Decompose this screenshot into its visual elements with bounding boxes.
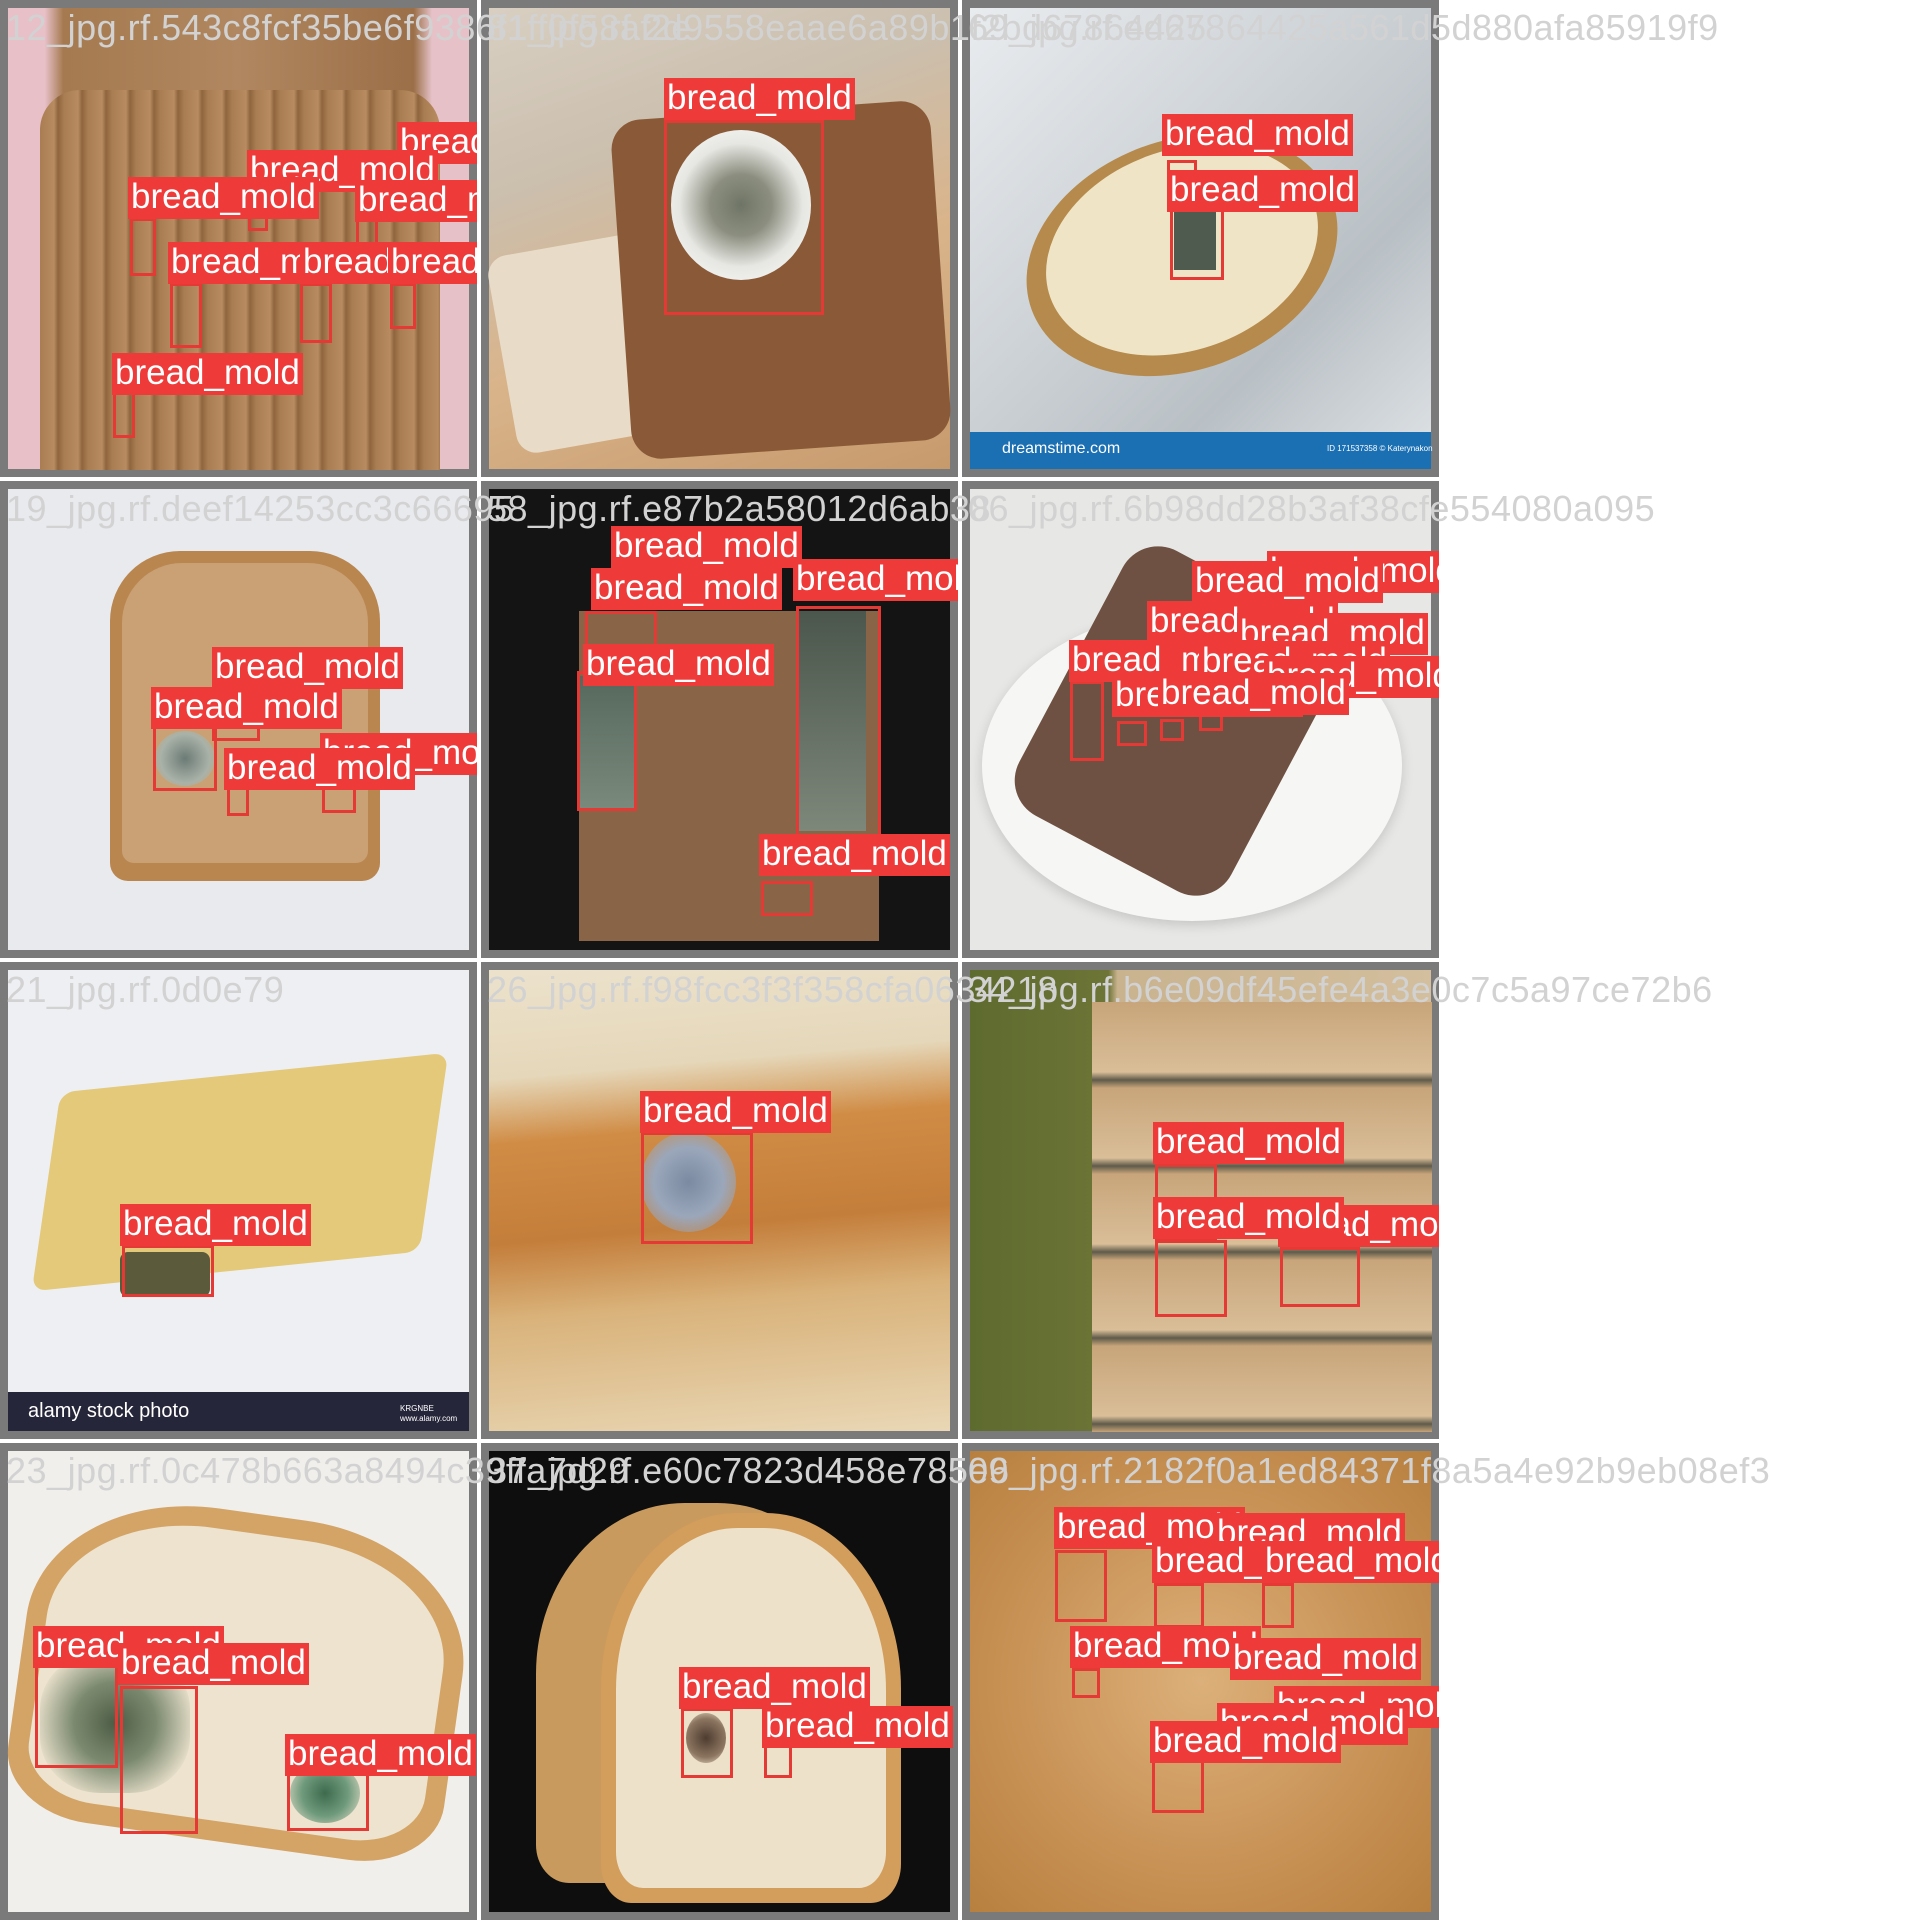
detection-label: bread_mold (1230, 1638, 1421, 1680)
image-tile-1: bread_mold bread_mold bread_mold bread_m… (0, 0, 477, 477)
detection-label: bread_mold (120, 1204, 311, 1246)
detection-label: bread_mold (1167, 170, 1358, 212)
detection-label: bread_mold (664, 78, 855, 120)
detection-box (1155, 1240, 1227, 1317)
image-tile-5: bread_mold bread_mold bread_mold bread_m… (481, 481, 958, 958)
detection-box (577, 671, 637, 811)
detection-box (796, 606, 881, 841)
detection-box (120, 1686, 198, 1834)
detection-box (1072, 1668, 1100, 1698)
detection-label: bread_mold (1150, 1721, 1341, 1763)
detection-box (153, 726, 217, 791)
watermark-text: dreamstime.com (1002, 440, 1121, 457)
image-tile-11: bread_mold bread_mold (481, 1443, 958, 1920)
detection-label: bread_mold (112, 353, 303, 395)
watermark-text: alamy stock photo (28, 1400, 190, 1422)
watermark-small-text: KRGNBE www.alamy.com (400, 1404, 458, 1423)
detection-box (1280, 1247, 1360, 1307)
detection-label: bread_mold (1153, 1122, 1344, 1164)
detection-label: bread_mold (212, 647, 403, 689)
image-tile-3: dreamstime.com ID 171537358 © Katerynako… (962, 0, 1439, 477)
detection-label: bread_mold (285, 1734, 476, 1776)
detection-label: bread_mold (128, 177, 319, 219)
detection-label: bread_mold (679, 1667, 870, 1709)
detection-label: bread_mold (355, 180, 477, 222)
detection-label: bread_mold (759, 834, 950, 876)
detection-label: bread_mold (591, 568, 782, 610)
detection-box (390, 283, 416, 329)
image-tile-7: alamy stock photo KRGNBE www.alamy.com b… (0, 962, 477, 1439)
detection-box (130, 218, 156, 276)
detection-label: bread_mold (118, 1643, 309, 1685)
detection-box (681, 1708, 733, 1778)
detection-label: bread_mold (388, 242, 477, 284)
detection-box (1170, 205, 1224, 280)
detection-box (664, 120, 824, 315)
image-tile-2: bread_mold (481, 0, 958, 477)
watermark-small-text: ID 171537358 © Katerynakon (1327, 444, 1433, 453)
detection-label: bread_mold (151, 687, 342, 729)
detection-box (1160, 719, 1184, 741)
detection-box (1154, 1583, 1204, 1628)
detection-box (1070, 681, 1104, 761)
detection-box (1055, 1550, 1107, 1622)
detection-box (300, 283, 332, 343)
image-tile-4: bread_mold bread_mold bread_mold bread_m… (0, 481, 477, 958)
detection-box (287, 1771, 369, 1831)
image-tile-8: bread_mold (481, 962, 958, 1439)
detection-label: bread_mold (640, 1091, 831, 1133)
detection-box (113, 390, 135, 438)
detection-box (641, 1132, 753, 1244)
detection-label: bread_mold (1192, 561, 1383, 603)
detection-label: bread_mold (583, 644, 774, 686)
detection-box (170, 283, 202, 348)
image-tile-10: bread_mold bread_mold bread_mold (0, 1443, 477, 1920)
detection-box (1262, 1583, 1294, 1628)
detection-label: bread_mold (793, 559, 958, 601)
image-tile-9: bread_mold bread_mold bread_mold (962, 962, 1439, 1439)
detection-label: bread_mold (1262, 1541, 1439, 1583)
detection-label: bread_mold (1153, 1197, 1344, 1239)
image-tile-6: bread_mold bread_mold bread_mold bread_m… (962, 481, 1439, 958)
detection-box (761, 881, 813, 916)
detection-box (122, 1245, 214, 1297)
detection-box (1117, 721, 1147, 746)
detection-box (764, 1743, 792, 1778)
detection-label: bread_mold (1162, 114, 1353, 156)
detection-label: bread_mold (1158, 673, 1349, 715)
detection-label: bread_mold (611, 526, 802, 568)
detection-label: bread_mold (224, 748, 415, 790)
detection-label: bread_mold (762, 1706, 953, 1748)
image-tile-12: bread_mold bread_mold bread_mold bread_m… (962, 1443, 1439, 1920)
